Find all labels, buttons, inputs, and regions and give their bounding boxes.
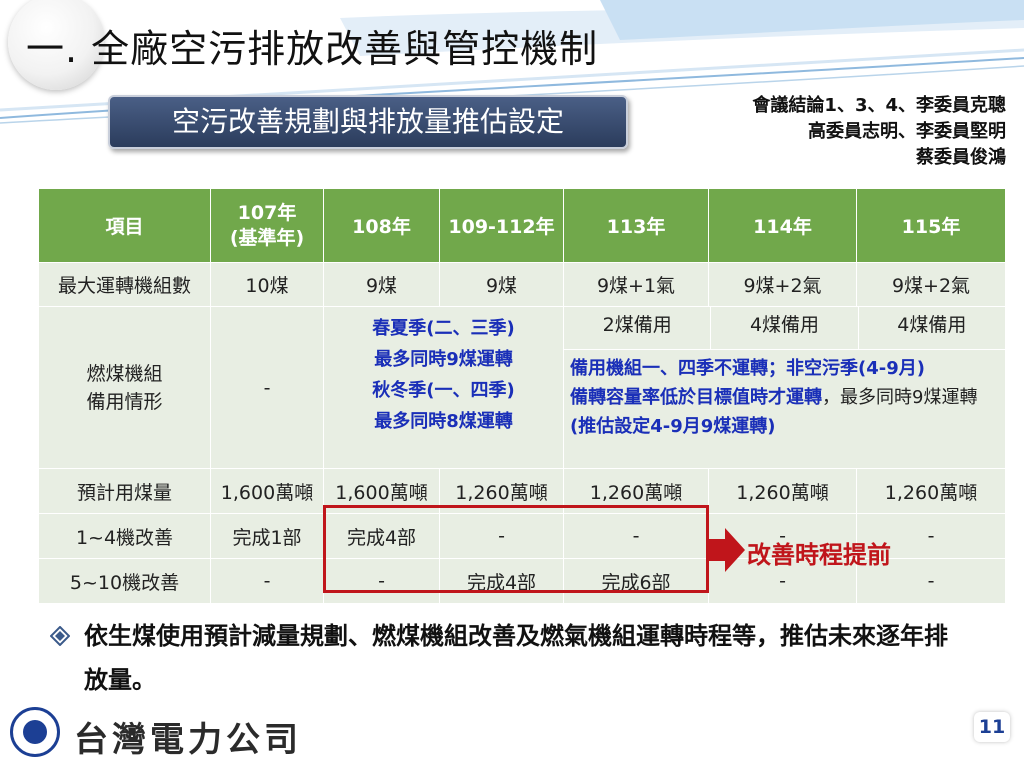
- company-name: 台灣電力公司: [74, 720, 302, 760]
- table-cell: 完成1部: [210, 513, 324, 559]
- plan-line: 秋冬季(一、四季): [372, 380, 515, 401]
- standby-115: 4煤備用: [857, 307, 1005, 349]
- highlight-box: [323, 505, 709, 593]
- header-year-109-112: 109-112年: [439, 188, 564, 263]
- standby-note-blue: 備用機組一、四季不運轉；非空污季(4-9月): [570, 358, 925, 379]
- slide: 一. 全廠空污排放改善與管控機制 空污改善規劃與排放量推估設定 會議結論1、3、…: [0, 0, 1024, 764]
- standby-cell: 2煤備用 4煤備用 4煤備用 備用機組一、四季不運轉；非空污季(4-9月) 備轉容…: [563, 306, 1006, 469]
- meeting-note-line: 高委員志明、李委員堅明: [808, 121, 1006, 142]
- standby-114: 4煤備用: [710, 307, 857, 349]
- table-cell: 9煤: [439, 262, 564, 307]
- standby-113: 2煤備用: [602, 314, 672, 336]
- company-logo-icon: [10, 707, 60, 757]
- header-year-107-text: 107年 (基準年): [229, 201, 305, 249]
- table-row-coal-standby: 燃煤機組 備用情形 - 春夏季(二、三季) 最多同時9煤運轉 秋冬季(一、四季)…: [38, 306, 1006, 469]
- table-cell: 1,260萬噸: [856, 468, 1006, 514]
- meeting-note-line: 會議結論1、3、4、李委員克聰: [752, 95, 1006, 116]
- table-cell: 9煤: [323, 262, 440, 307]
- header-year-115: 115年: [856, 188, 1006, 263]
- row-label: 5~10機改善: [38, 558, 211, 604]
- row-label: 預計用煤量: [38, 468, 211, 514]
- standby-wrap: 2煤備用 4煤備用 4煤備用 備用機組一、四季不運轉；非空污季(4-9月) 備轉容…: [564, 307, 1005, 462]
- bullet-text: 依生煤使用預計減量規劃、燃煤機組改善及燃氣機組運轉時程等，推估未來逐年排放量。: [84, 622, 948, 694]
- page-number: 11: [974, 712, 1010, 742]
- header-item: 項目: [38, 188, 211, 263]
- table-cell: 9煤+1氣: [563, 262, 709, 307]
- plan-line: 最多同時8煤運轉: [374, 411, 513, 432]
- row-label: 燃煤機組 備用情形: [38, 306, 211, 469]
- bullet-paragraph: 依生煤使用預計減量規劃、燃煤機組改善及燃氣機組運轉時程等，推估未來逐年排放量。: [50, 614, 970, 702]
- logo-inner-mark: [23, 720, 47, 744]
- standby-note-blue: 備轉容量率低於目標值時才運轉: [570, 387, 822, 408]
- table-cell: 1,600萬噸: [210, 468, 324, 514]
- standby-note-plain: ，最多同時9煤運轉: [822, 387, 978, 408]
- meeting-note-line: 蔡委員俊鴻: [916, 147, 1006, 168]
- page-title: 一. 全廠空污排放改善與管控機制: [26, 27, 599, 71]
- header-year-113: 113年: [563, 188, 709, 263]
- header-year-108: 108年: [323, 188, 440, 263]
- diamond-bullet-icon: [50, 626, 70, 646]
- row-label: 最大運轉機組數: [38, 262, 211, 307]
- table-cell: -: [210, 558, 324, 604]
- standby-values: 2煤備用 4煤備用 4煤備用: [564, 307, 1005, 349]
- table-cell: 9煤+2氣: [856, 262, 1006, 307]
- standby-note-blue: (推估設定4-9月9煤運轉): [570, 416, 776, 437]
- table-row-max-units: 最大運轉機組數 10煤 9煤 9煤 9煤+1氣 9煤+2氣 9煤+2氣: [38, 262, 1006, 307]
- table-cell: -: [210, 306, 324, 469]
- table-cell: 9煤+2氣: [708, 262, 857, 307]
- table-header-row: 項目 107年 (基準年) 108年 109-112年 113年 114年 11…: [38, 188, 1006, 263]
- seasonal-plan-cell: 春夏季(二、三季) 最多同時9煤運轉 秋冬季(一、四季) 最多同時8煤運轉: [323, 306, 564, 469]
- table-cell: 1,260萬噸: [708, 468, 857, 514]
- table-cell: 10煤: [210, 262, 324, 307]
- standby-note: 備用機組一、四季不運轉；非空污季(4-9月) 備轉容量率低於目標值時才運轉，最多同…: [564, 349, 1005, 462]
- row-label: 1~4機改善: [38, 513, 211, 559]
- row-label-text: 燃煤機組 備用情形: [86, 362, 163, 413]
- header-year-107: 107年 (基準年): [210, 188, 324, 263]
- header-year-114: 114年: [708, 188, 857, 263]
- arrow-right-icon: [709, 528, 745, 572]
- plan-line: 春夏季(二、三季): [372, 318, 515, 339]
- meeting-notes: 會議結論1、3、4、李委員克聰 高委員志明、李委員堅明 蔡委員俊鴻: [752, 93, 1006, 171]
- plan-line: 最多同時9煤運轉: [374, 349, 513, 370]
- callout-label: 改善時程提前: [747, 541, 891, 569]
- section-subtitle: 空污改善規劃與排放量推估設定: [108, 95, 628, 149]
